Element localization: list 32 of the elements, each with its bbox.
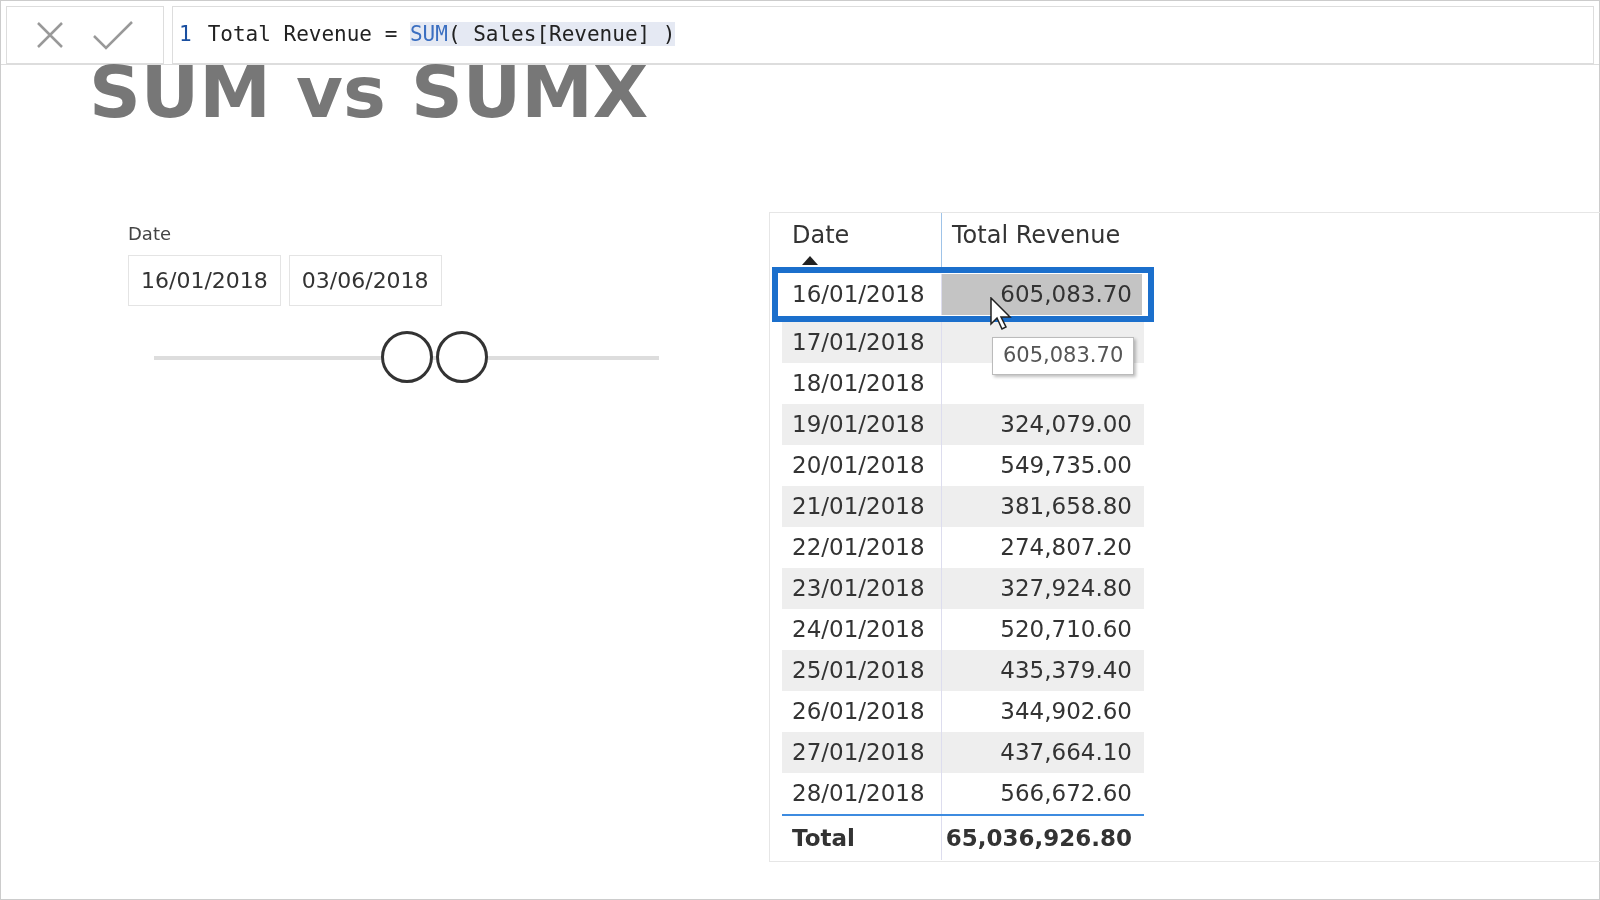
table-cell-text: 327,924.80 <box>999 574 1133 604</box>
table-cell: 19/01/2018 <box>782 404 942 446</box>
table-cell-text: 520,710.60 <box>999 615 1133 645</box>
table-cell-text: 437,664.10 <box>999 738 1133 768</box>
table-cell-text: 324,079.00 <box>999 410 1133 440</box>
line-number: 1 <box>179 21 192 49</box>
table-cell: 28/01/2018 <box>782 773 942 815</box>
table-cell: 21/01/2018 <box>782 486 942 528</box>
table-cell: 605,083.70 <box>942 274 1142 316</box>
table-cell: 23/01/2018 <box>782 568 942 610</box>
table-cell-text: 549,735.00 <box>999 451 1133 481</box>
end-date-field[interactable]: 03/06/2018 <box>288 255 442 307</box>
table-cell: 27/01/2018 <box>782 732 942 774</box>
slicer-label: Date <box>128 222 173 247</box>
formula-text[interactable]: Total Revenue = SUM( Sales[Revenue] ) <box>207 19 676 51</box>
table-cell: 17/01/2018 <box>782 322 942 364</box>
table-cell-text: 566,672.60 <box>999 779 1133 809</box>
table-cell: 25/01/2018 <box>782 650 942 692</box>
column-header[interactable]: Date <box>782 213 942 268</box>
report-title: SUM vs SUMX <box>89 53 649 133</box>
check-icon[interactable] <box>92 20 134 50</box>
table-cell-text: 274,807.20 <box>999 533 1133 563</box>
column-header[interactable]: Total Revenue <box>942 213 1142 268</box>
table-cell-text: 435,379.40 <box>999 656 1133 686</box>
start-date-field[interactable]: 16/01/2018 <box>128 255 281 307</box>
total-value: 65,036,926.80 <box>944 823 1133 853</box>
tooltip: 605,083.70 <box>992 337 1135 375</box>
sort-ascending-icon[interactable] <box>802 256 818 266</box>
table-cell-text: 344,902.60 <box>999 697 1133 727</box>
cancel-icon[interactable] <box>36 21 64 49</box>
total-label: Total <box>782 816 942 861</box>
table-cell-text: 381,658.80 <box>999 492 1133 522</box>
